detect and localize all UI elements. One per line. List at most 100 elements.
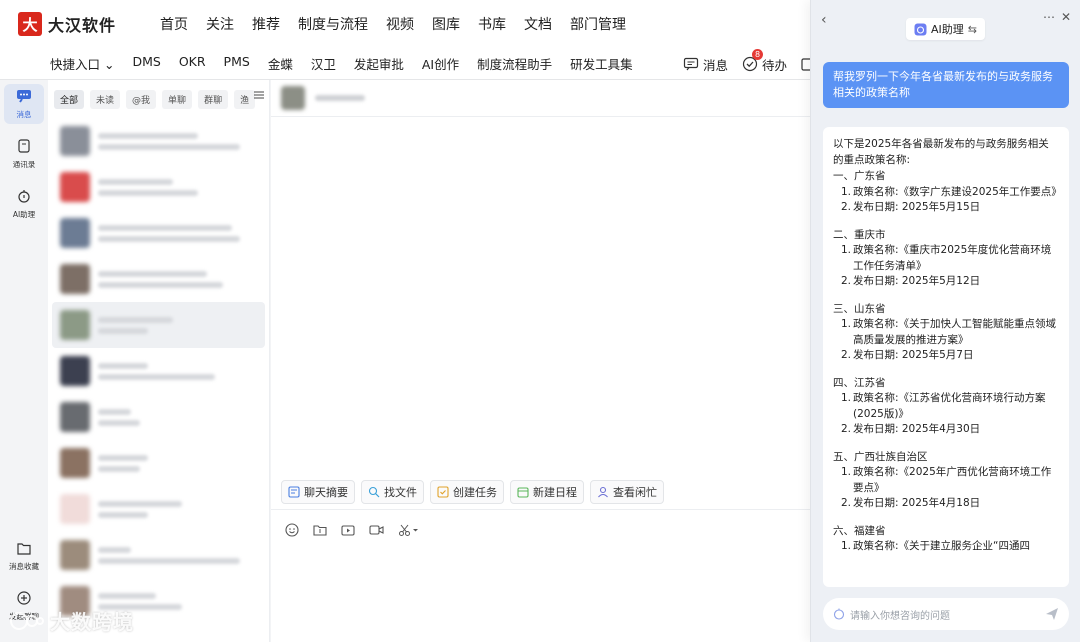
avatar bbox=[60, 356, 90, 386]
list-item-selected[interactable] bbox=[52, 302, 265, 348]
check-availability-label: 查看闲忙 bbox=[613, 486, 657, 499]
todo-button[interactable]: 8 待办 bbox=[742, 48, 788, 74]
list-item[interactable] bbox=[52, 118, 265, 164]
check-availability-button[interactable]: 查看闲忙 bbox=[590, 480, 664, 504]
find-file-button[interactable]: 找文件 bbox=[361, 480, 424, 504]
subnav-ai-create[interactable]: AI创作 bbox=[422, 54, 459, 73]
summary-icon bbox=[288, 486, 300, 498]
publish-date: 发布日期: 2025年5月12日 bbox=[853, 275, 981, 287]
filter-all[interactable]: 全部 bbox=[54, 90, 85, 109]
chat-summary-label: 聊天摘要 bbox=[304, 486, 348, 499]
list-item[interactable] bbox=[52, 210, 265, 256]
ai-answer-card: 以下是2025年各省最新发布的与政务服务相关的重点政策名称: 一、广东省 1. 政… bbox=[823, 127, 1069, 587]
publish-date: 发布日期: 2025年5月15日 bbox=[853, 201, 981, 213]
section-heading: 五、广西壮族自治区 bbox=[833, 450, 928, 463]
app-logo[interactable]: 大 大汉软件 bbox=[18, 12, 160, 36]
quick-nav: 快捷入口 ⌄ DMS OKR PMS 金蝶 汉卫 发起审批 AI创作 制度流程助… bbox=[50, 54, 651, 73]
rail-messages[interactable]: 消息 bbox=[4, 84, 44, 124]
rail-favorites[interactable]: 消息收藏 bbox=[4, 536, 44, 576]
more-icon[interactable]: ⋯ bbox=[1043, 10, 1061, 24]
policy-name: 政策名称:《关于加快人工智能赋能重点领域高质量发展的推进方案》 bbox=[853, 318, 1057, 346]
switch-icon: ⇆ bbox=[967, 22, 977, 36]
subnav-rules-assistant[interactable]: 制度流程助手 bbox=[477, 54, 552, 73]
subnav-approval[interactable]: 发起审批 bbox=[354, 54, 404, 73]
messages-label: 消息 bbox=[703, 57, 729, 73]
ai-title-switch[interactable]: AI助理 ⇆ bbox=[906, 18, 985, 40]
item-number: 1. bbox=[841, 185, 852, 198]
list-item[interactable] bbox=[52, 532, 265, 578]
subnav-kingdee[interactable]: 金蝶 bbox=[268, 54, 293, 73]
todo-badge: 8 bbox=[752, 48, 764, 60]
plus-circle-icon bbox=[17, 591, 31, 605]
list-menu-icon[interactable] bbox=[254, 90, 264, 100]
subnav-dms[interactable]: DMS bbox=[132, 54, 160, 73]
rail-contacts[interactable]: 通讯录 bbox=[4, 134, 44, 174]
ai-logo-icon bbox=[914, 23, 927, 35]
ai-question-input[interactable]: 请输入你想咨询的问题 bbox=[823, 598, 1069, 630]
scissors-icon[interactable] bbox=[398, 523, 420, 537]
list-item[interactable] bbox=[52, 348, 265, 394]
answer-section: 一、广东省 1. 政策名称:《数字广东建设2025年工作要点》 2. 发布日期: 2… bbox=[833, 169, 1062, 216]
rail-ai-assistant[interactable]: AI助理 bbox=[4, 184, 44, 224]
topnav-recommend[interactable]: 推荐 bbox=[252, 14, 280, 34]
subnav-hanwei[interactable]: 汉卫 bbox=[311, 54, 336, 73]
topnav-video[interactable]: 视频 bbox=[386, 14, 414, 34]
file-search-icon bbox=[368, 486, 380, 498]
back-chevron-icon[interactable]: ‹ bbox=[821, 12, 827, 28]
ai-assistant-panel: ‹ AI助理 ⇆ ⋯✕ 帮我罗列一下今年各省最新发布的与政务服务相关的政策名称 … bbox=[810, 0, 1080, 642]
publish-date: 发布日期: 2025年4月18日 bbox=[853, 497, 981, 509]
filter-unread[interactable]: 未读 bbox=[90, 90, 121, 109]
list-item[interactable] bbox=[52, 394, 265, 440]
video-message-icon[interactable] bbox=[341, 523, 355, 537]
list-item[interactable] bbox=[52, 256, 265, 302]
item-number: 2. bbox=[841, 423, 852, 435]
section-heading: 四、江苏省 bbox=[833, 376, 886, 389]
rail-favorites-label: 消息收藏 bbox=[9, 562, 39, 571]
topnav-gallery[interactable]: 图库 bbox=[432, 14, 460, 34]
chat-avatar bbox=[281, 86, 305, 110]
filter-mentions[interactable]: @我 bbox=[126, 90, 157, 109]
quick-entry-dropdown[interactable]: 快捷入口 ⌄ bbox=[50, 54, 114, 73]
subnav-dev-tools[interactable]: 研发工具集 bbox=[570, 54, 633, 73]
subnav-pms[interactable]: PMS bbox=[224, 54, 250, 73]
top-nav: 首页 关注 推荐 制度与流程 视频 图库 书库 文档 部门管理 bbox=[160, 14, 644, 34]
rail-contacts-label: 通讯录 bbox=[12, 160, 36, 169]
answer-section: 五、广西壮族自治区 1. 政策名称:《2025年广西优化营商环境工作要点》 2. 发… bbox=[833, 450, 1059, 512]
topnav-rules[interactable]: 制度与流程 bbox=[298, 14, 368, 34]
messages-button[interactable]: 消息 bbox=[683, 55, 728, 74]
avatar bbox=[60, 310, 90, 340]
subnav-okr[interactable]: OKR bbox=[179, 54, 206, 73]
filter-group[interactable]: 群聊 bbox=[198, 90, 229, 109]
policy-name: 政策名称:《关于建立服务企业“四通四 bbox=[853, 540, 1030, 552]
upload-file-icon[interactable] bbox=[313, 523, 327, 537]
chat-header bbox=[271, 80, 810, 117]
ai-title-label: AI助理 bbox=[931, 23, 964, 36]
user-question-bubble: 帮我罗列一下今年各省最新发布的与政务服务相关的政策名称 bbox=[823, 62, 1069, 108]
list-item[interactable] bbox=[52, 164, 265, 210]
chat-summary-button[interactable]: 聊天摘要 bbox=[281, 480, 355, 504]
video-call-icon[interactable] bbox=[369, 523, 384, 537]
filter-more[interactable]: 渔 bbox=[234, 90, 256, 109]
list-item[interactable] bbox=[52, 440, 265, 486]
avatar bbox=[60, 448, 90, 478]
avatar bbox=[60, 540, 90, 570]
todo-label: 待办 bbox=[762, 57, 788, 73]
topnav-home[interactable]: 首页 bbox=[160, 14, 188, 34]
emoji-icon[interactable] bbox=[285, 522, 299, 537]
create-task-button[interactable]: 创建任务 bbox=[430, 480, 504, 504]
topnav-department[interactable]: 部门管理 bbox=[570, 14, 626, 34]
topnav-follow[interactable]: 关注 bbox=[206, 14, 234, 34]
list-item[interactable] bbox=[52, 486, 265, 532]
new-schedule-button[interactable]: 新建日程 bbox=[510, 480, 584, 504]
filter-single[interactable]: 单聊 bbox=[162, 90, 193, 109]
topnav-docs[interactable]: 文档 bbox=[524, 14, 552, 34]
message-icon bbox=[683, 57, 699, 71]
topnav-library[interactable]: 书库 bbox=[478, 14, 506, 34]
close-icon[interactable]: ✕ bbox=[1061, 10, 1077, 24]
section-heading: 一、广东省 bbox=[833, 170, 886, 182]
avatar bbox=[60, 126, 90, 156]
section-heading: 三、山东省 bbox=[833, 302, 886, 315]
avatar bbox=[60, 494, 90, 524]
section-heading: 六、福建省 bbox=[833, 524, 886, 537]
send-icon[interactable] bbox=[1045, 607, 1059, 621]
